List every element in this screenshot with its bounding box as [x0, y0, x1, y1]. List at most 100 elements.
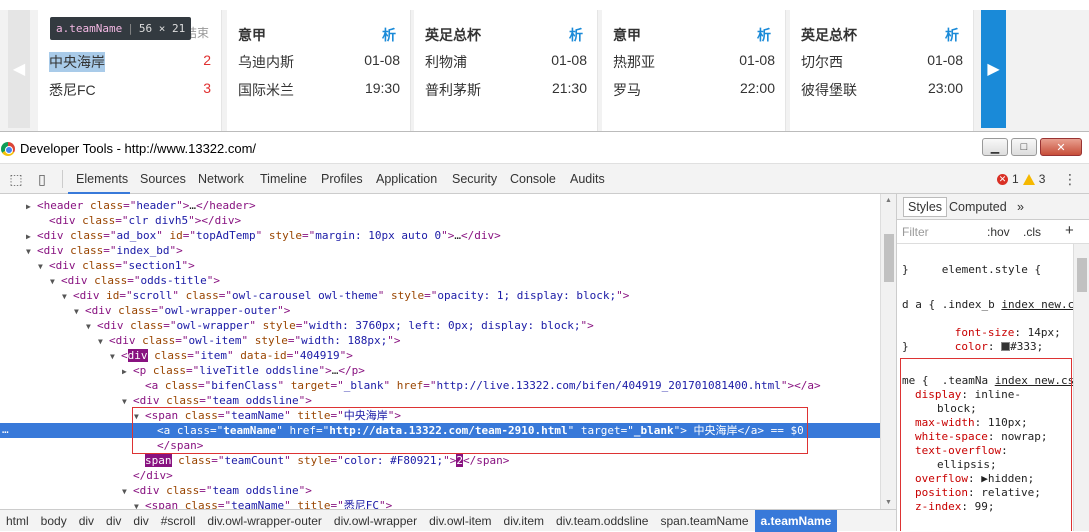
- expand-triangle-icon[interactable]: ▶: [26, 199, 37, 214]
- analysis-link[interactable]: 析: [382, 25, 396, 45]
- collapse-triangle-icon[interactable]: ▼: [98, 334, 109, 349]
- maximize-button[interactable]: □: [1011, 138, 1037, 156]
- match-card[interactable]: 意甲 析 乌迪内斯 01-08 国际米兰 19:30: [227, 10, 411, 131]
- team-name-link[interactable]: 悉尼FC: [49, 80, 96, 100]
- collapse-triangle-icon[interactable]: ▼: [110, 349, 121, 364]
- styles-filter-input[interactable]: Filter: [902, 225, 929, 239]
- node-actions-icon[interactable]: …: [2, 423, 9, 436]
- breadcrumb-item[interactable]: #scroll: [155, 510, 202, 532]
- hover-state-toggle[interactable]: :hov: [987, 225, 1010, 239]
- breadcrumb-item[interactable]: div.owl-wrapper: [328, 510, 423, 532]
- carousel-next-button[interactable]: ▶: [981, 10, 1006, 128]
- analysis-link[interactable]: 析: [757, 25, 771, 45]
- tab-sources[interactable]: Sources: [140, 172, 186, 186]
- dom-node[interactable]: ▶ <div class="ad_box" id="topAdTemp" styl…: [0, 228, 880, 243]
- dom-node[interactable]: ▼ <div id="scroll" class="owl-carousel ow…: [0, 288, 880, 303]
- tab-security[interactable]: Security: [452, 172, 497, 186]
- dom-node[interactable]: ▼ <div class="team oddsline">: [0, 483, 880, 498]
- minimize-button[interactable]: ▁: [982, 138, 1008, 156]
- analysis-link[interactable]: 析: [945, 25, 959, 45]
- collapse-triangle-icon[interactable]: ▼: [86, 319, 97, 334]
- class-toggle[interactable]: .cls: [1023, 225, 1041, 239]
- team-name-link[interactable]: 国际米兰: [238, 80, 294, 100]
- dom-node[interactable]: ▼ <div class="owl-item" style="width: 188…: [0, 333, 880, 348]
- collapse-triangle-icon[interactable]: ▼: [74, 304, 85, 319]
- breadcrumb-item[interactable]: a.teamName: [754, 509, 838, 532]
- styles-scrollbar[interactable]: [1073, 244, 1089, 531]
- dom-node[interactable]: span class="teamCount" style="color: #F8…: [0, 453, 880, 468]
- analysis-link[interactable]: 析: [569, 25, 583, 45]
- collapse-triangle-icon[interactable]: ▼: [26, 244, 37, 259]
- close-button[interactable]: ✕: [1040, 138, 1082, 156]
- breadcrumb-item[interactable]: div: [100, 510, 127, 532]
- scroll-down-icon[interactable]: ▼: [885, 499, 892, 506]
- scroll-up-icon[interactable]: ▲: [885, 197, 892, 204]
- dom-node[interactable]: ▼ <div class="odds-title">: [0, 273, 880, 288]
- tab-timeline[interactable]: Timeline: [260, 172, 307, 186]
- breadcrumb-item[interactable]: div.team.oddsline: [550, 510, 655, 532]
- team-name-link[interactable]: 热那亚: [613, 52, 655, 72]
- more-tabs-icon[interactable]: »: [1017, 200, 1024, 214]
- scrollbar-thumb[interactable]: [884, 234, 894, 282]
- breadcrumb-item[interactable]: div: [127, 510, 154, 532]
- match-card[interactable]: 英足总杯 析 切尔西 01-08 彼得堡联 23:00: [790, 10, 974, 131]
- breadcrumb-item[interactable]: div.owl-item: [423, 510, 497, 532]
- expand-triangle-icon[interactable]: ▶: [26, 229, 37, 244]
- scrollbar-thumb[interactable]: [1077, 258, 1087, 292]
- expand-triangle-icon[interactable]: ▶: [122, 364, 133, 379]
- dom-tree-scrollbar[interactable]: ▲ ▼: [880, 194, 896, 509]
- dom-node[interactable]: ▼ <div class="item" data-id="404919">: [0, 348, 880, 363]
- collapse-triangle-icon[interactable]: ▼: [50, 274, 61, 289]
- dom-node[interactable]: <div class="clr divh5"></div>: [0, 213, 880, 228]
- dom-node[interactable]: ▼ <div class="owl-wrapper-outer">: [0, 303, 880, 318]
- more-options-icon[interactable]: ⋮: [1062, 171, 1078, 187]
- tab-audits[interactable]: Audits: [570, 172, 605, 186]
- issue-counts[interactable]: ✕ 1 3: [997, 172, 1045, 186]
- match-card[interactable]: 意甲 析 热那亚 01-08 罗马 22:00: [602, 10, 786, 131]
- dom-node[interactable]: ▼ <div class="owl-wrapper" style="width: …: [0, 318, 880, 333]
- inspect-element-icon[interactable]: ⬚: [8, 171, 24, 187]
- match-card[interactable]: 英足总杯 析 利物浦 01-08 普利茅斯 21:30: [414, 10, 598, 131]
- tab-profiles[interactable]: Profiles: [321, 172, 363, 186]
- attr-value: owl-carousel owl-theme: [232, 289, 378, 302]
- breadcrumb-item[interactable]: span.teamName: [654, 510, 754, 532]
- team-name-link[interactable]: 乌迪内斯: [238, 52, 294, 72]
- dom-node[interactable]: ▶ <p class="liveTitle oddsline">…</p>: [0, 363, 880, 378]
- collapse-triangle-icon[interactable]: ▼: [38, 259, 49, 274]
- dom-node[interactable]: ▼ <div class="section1">: [0, 258, 880, 273]
- breadcrumb-item[interactable]: div.item: [498, 510, 550, 532]
- tab-console[interactable]: Console: [510, 172, 556, 186]
- collapse-triangle-icon[interactable]: ▼: [62, 289, 73, 304]
- tab-network[interactable]: Network: [198, 172, 244, 186]
- tab-computed[interactable]: Computed: [949, 200, 1007, 214]
- breadcrumb-item[interactable]: div: [73, 510, 100, 532]
- team-name-link[interactable]: 中央海岸: [49, 52, 105, 72]
- add-rule-icon[interactable]: +: [1065, 222, 1074, 239]
- dom-node[interactable]: <a class="bifenClass" target="_blank" hr…: [0, 378, 880, 393]
- team-name-link[interactable]: 利物浦: [425, 52, 467, 72]
- team-name-link[interactable]: 罗马: [613, 80, 641, 100]
- tab-application[interactable]: Application: [376, 172, 437, 186]
- color-swatch-icon[interactable]: [1001, 342, 1011, 351]
- tab-elements[interactable]: Elements: [76, 172, 128, 186]
- collapse-triangle-icon[interactable]: ▼: [134, 499, 145, 509]
- elements-dom-tree[interactable]: ▶ <header class="header">…</header> <div c…: [0, 194, 880, 509]
- carousel-prev-button[interactable]: ◀: [8, 10, 30, 128]
- tag-token: =": [330, 454, 344, 467]
- collapse-triangle-icon[interactable]: ▼: [122, 484, 133, 499]
- tag-token: =": [103, 244, 117, 257]
- breadcrumb-item[interactable]: body: [35, 510, 73, 532]
- dom-node[interactable]: ▶ <header class="header">…</header>: [0, 198, 880, 213]
- dom-node[interactable]: ▼ <div class="index_bd">: [0, 243, 880, 258]
- device-mode-icon[interactable]: ▯: [34, 171, 50, 187]
- attr-value: teamName: [231, 499, 285, 509]
- dom-node[interactable]: ▼ <span class="teamName" title="悉尼FC">: [0, 498, 880, 509]
- team-name-link[interactable]: 切尔西: [801, 52, 843, 72]
- tab-styles[interactable]: Styles: [903, 197, 948, 217]
- breadcrumb-item[interactable]: div.owl-wrapper-outer: [201, 510, 328, 532]
- breadcrumb-item[interactable]: html: [0, 510, 35, 532]
- team-name-link[interactable]: 普利茅斯: [425, 80, 481, 100]
- team-name-link[interactable]: 彼得堡联: [801, 80, 857, 100]
- dom-node[interactable]: </div>: [0, 468, 880, 483]
- dom-node[interactable]: ▼ <div class="team oddsline">: [0, 393, 880, 408]
